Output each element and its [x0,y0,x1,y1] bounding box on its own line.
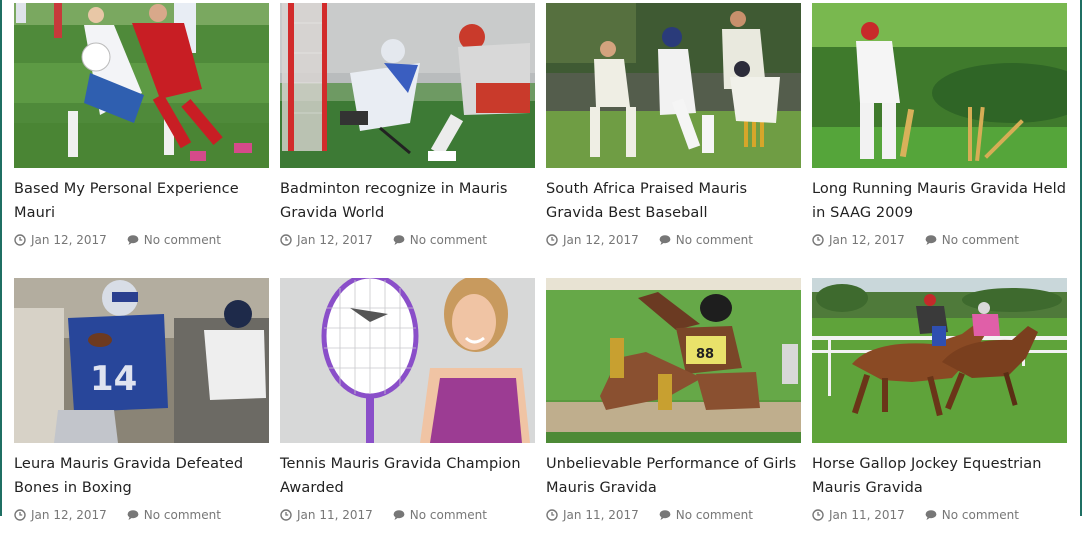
post-thumbnail-long-jump[interactable]: 88 [546,278,801,443]
comment-icon [659,235,671,245]
post-comments[interactable]: No comment [127,508,221,522]
post-date-text: Jan 12, 2017 [31,233,107,247]
post-title[interactable]: Leura Mauris Gravida Defeated Bones in B… [14,452,269,500]
post-date: Jan 12, 2017 [546,233,639,247]
post-meta: Jan 12, 2017 No comment [280,232,535,248]
cricket-bowled-image [812,3,1067,168]
comment-icon [127,235,139,245]
post-date: Jan 11, 2017 [546,508,639,522]
post-meta: Jan 11, 2017 No comment [280,507,535,523]
post-comments[interactable]: No comment [659,233,753,247]
comment-icon [393,510,405,520]
clock-icon [546,234,558,246]
post-date-text: Jan 12, 2017 [297,233,373,247]
cricket-wicketkeeper-image [546,3,801,168]
comment-icon [659,510,671,520]
post-comments-link[interactable]: No comment [144,508,221,522]
svg-text:88: 88 [696,347,714,362]
post-comments-link[interactable]: No comment [410,233,487,247]
post-card: 88 Unbelievable Performance of Girls Mau… [546,278,801,553]
tennis-woman-image [280,278,535,443]
comment-icon [393,235,405,245]
soccer-image [14,3,269,168]
post-title[interactable]: Based My Personal Experience Mauri [14,177,269,225]
post-meta: Jan 11, 2017 No comment [546,507,801,523]
post-date-text: Jan 11, 2017 [297,508,373,522]
comment-icon [925,510,937,520]
post-comments-link[interactable]: No comment [676,233,753,247]
comment-icon [127,510,139,520]
post-comments-link[interactable]: No comment [144,233,221,247]
post-date-text: Jan 12, 2017 [829,233,905,247]
page-left-edge [0,0,2,516]
post-thumbnail-tennis-woman[interactable] [280,278,535,443]
post-meta: Jan 12, 2017 No comment [14,507,269,523]
post-title[interactable]: Horse Gallop Jockey Equestrian Mauris Gr… [812,452,1067,500]
post-comments[interactable]: No comment [393,233,487,247]
post-date: Jan 12, 2017 [280,233,373,247]
post-comments-link[interactable]: No comment [676,508,753,522]
svg-text:14: 14 [90,359,137,399]
comment-icon [925,235,937,245]
post-date-text: Jan 12, 2017 [563,233,639,247]
american-football-image: 14 [14,278,269,443]
post-comments-link[interactable]: No comment [942,508,1019,522]
post-meta: Jan 11, 2017 No comment [812,507,1067,523]
post-card: Horse Gallop Jockey Equestrian Mauris Gr… [812,278,1067,553]
post-card: South Africa Praised Mauris Gravida Best… [546,3,801,278]
post-date: Jan 11, 2017 [812,508,905,522]
post-thumbnail-american-football[interactable]: 14 [14,278,269,443]
post-date: Jan 12, 2017 [812,233,905,247]
post-card: Badminton recognize in Mauris Gravida Wo… [280,3,535,278]
post-date: Jan 11, 2017 [280,508,373,522]
post-title[interactable]: South Africa Praised Mauris Gravida Best… [546,177,801,225]
post-grid: Based My Personal Experience Mauri Jan 1… [14,3,1067,553]
post-comments[interactable]: No comment [925,508,1019,522]
post-meta: Jan 12, 2017 No comment [14,232,269,248]
post-thumbnail-horse-racing[interactable] [812,278,1067,443]
post-card: Long Running Mauris Gravida Held in SAAG… [812,3,1067,278]
post-comments[interactable]: No comment [659,508,753,522]
post-comments[interactable]: No comment [127,233,221,247]
lacrosse-image [280,3,535,168]
post-comments[interactable]: No comment [925,233,1019,247]
post-date-text: Jan 11, 2017 [829,508,905,522]
clock-icon [14,234,26,246]
post-meta: Jan 12, 2017 No comment [546,232,801,248]
clock-icon [280,509,292,521]
post-date: Jan 12, 2017 [14,233,107,247]
post-card: Based My Personal Experience Mauri Jan 1… [14,3,269,278]
post-date: Jan 12, 2017 [14,508,107,522]
post-comments-link[interactable]: No comment [942,233,1019,247]
post-thumbnail-lacrosse[interactable] [280,3,535,168]
post-thumbnail-cricket-bowled[interactable] [812,3,1067,168]
clock-icon [546,509,558,521]
post-title[interactable]: Unbelievable Performance of Girls Mauris… [546,452,801,500]
horse-racing-image [812,278,1067,443]
post-thumbnail-soccer[interactable] [14,3,269,168]
clock-icon [14,509,26,521]
post-title[interactable]: Tennis Mauris Gravida Champion Awarded [280,452,535,500]
post-comments-link[interactable]: No comment [410,508,487,522]
post-title[interactable]: Badminton recognize in Mauris Gravida Wo… [280,177,535,225]
post-thumbnail-cricket-wicketkeeper[interactable] [546,3,801,168]
post-title[interactable]: Long Running Mauris Gravida Held in SAAG… [812,177,1067,225]
post-card: 14 Leura Mauris Gravida Defeated Bones i… [14,278,269,553]
clock-icon [812,234,824,246]
post-date-text: Jan 11, 2017 [563,508,639,522]
clock-icon [812,509,824,521]
post-comments[interactable]: No comment [393,508,487,522]
long-jump-image: 88 [546,278,801,443]
post-card: Tennis Mauris Gravida Champion Awarded J… [280,278,535,553]
post-meta: Jan 12, 2017 No comment [812,232,1067,248]
clock-icon [280,234,292,246]
post-date-text: Jan 12, 2017 [31,508,107,522]
